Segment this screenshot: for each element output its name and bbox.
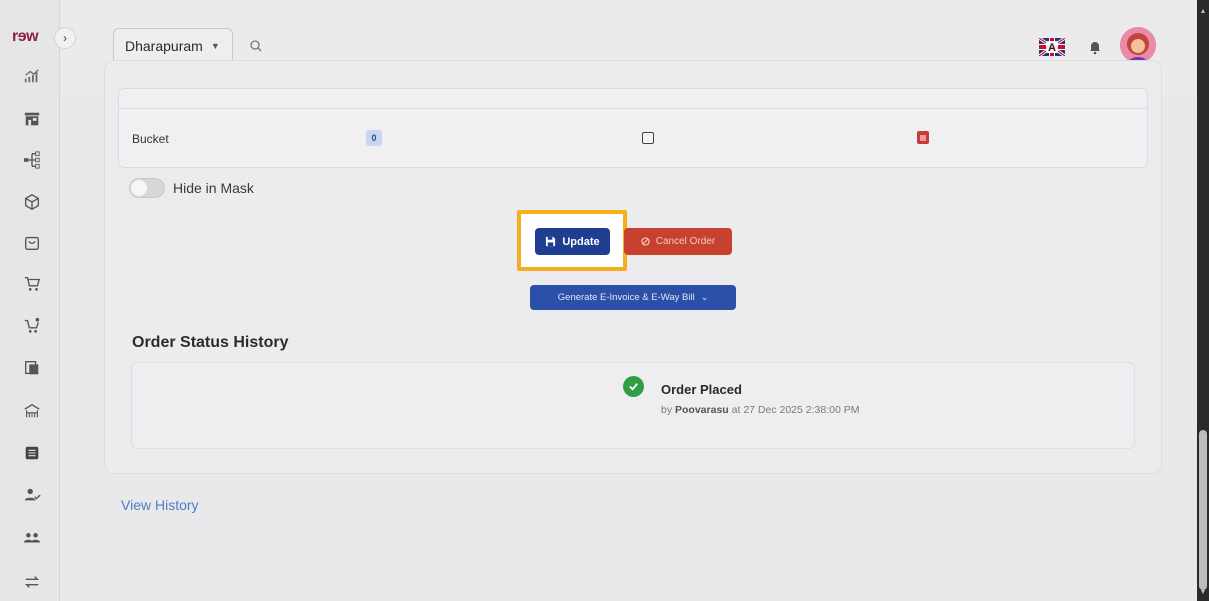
- status-user: Poovarasu: [675, 404, 729, 416]
- location-value: Dharapuram: [125, 38, 203, 54]
- hide-in-mask-label: Hide in Mask: [173, 180, 254, 196]
- cancel-icon: [641, 237, 650, 246]
- sidebar: rɘw: [0, 0, 60, 601]
- cancel-order-button[interactable]: Cancel Order: [624, 228, 732, 255]
- language-flag-icon[interactable]: A: [1038, 36, 1066, 58]
- cart-add-icon[interactable]: [22, 316, 42, 336]
- item-checkbox[interactable]: [642, 132, 654, 144]
- users-icon[interactable]: [22, 528, 42, 548]
- status-by-prefix: by: [661, 404, 673, 416]
- chevron-down-icon: ⌄: [700, 292, 709, 302]
- table-divider: [118, 108, 1148, 109]
- cancel-order-label: Cancel Order: [655, 236, 716, 247]
- location-select[interactable]: Dharapuram ▼: [113, 28, 233, 64]
- scroll-up-arrow[interactable]: ▲: [1199, 8, 1207, 16]
- bag-icon[interactable]: [22, 233, 42, 253]
- save-icon: [546, 236, 556, 247]
- bell-icon[interactable]: [1088, 39, 1102, 55]
- app-logo[interactable]: rɘw: [12, 28, 39, 46]
- store-icon[interactable]: [22, 109, 42, 129]
- list-icon[interactable]: [22, 443, 42, 463]
- update-button-label: Update: [562, 235, 600, 248]
- avatar[interactable]: [1120, 27, 1156, 63]
- chevron-down-icon: ▼: [210, 41, 220, 51]
- status-timestamp: at 27 Dec 2025 2:38:00 PM: [731, 404, 860, 416]
- copy-icon[interactable]: [22, 358, 42, 378]
- search-icon[interactable]: [249, 39, 263, 53]
- delete-item-button[interactable]: [917, 131, 929, 144]
- user-check-icon[interactable]: [22, 485, 42, 505]
- order-status-history-title: Order Status History: [132, 334, 289, 351]
- scroll-down-arrow[interactable]: ▼: [1199, 589, 1207, 597]
- box-icon[interactable]: [22, 192, 42, 212]
- check-circle-icon: [623, 376, 644, 397]
- scrollbar[interactable]: ▲ ▼: [1197, 0, 1209, 601]
- analytics-icon[interactable]: [22, 66, 42, 86]
- view-history-link[interactable]: View History: [121, 497, 199, 513]
- sidebar-expand-button[interactable]: ›: [54, 27, 76, 49]
- generate-einvoice-label: Generate E-Invoice & E-Way Bill: [557, 292, 695, 303]
- item-qty-badge: 0: [366, 130, 382, 146]
- item-name: Bucket: [132, 132, 169, 146]
- scroll-thumb[interactable]: [1199, 430, 1207, 590]
- transfer-icon[interactable]: [22, 572, 42, 592]
- hierarchy-icon[interactable]: [22, 150, 42, 170]
- cart-icon[interactable]: [22, 274, 42, 294]
- update-button[interactable]: Update: [535, 228, 610, 255]
- status-meta: by Poovarasu at 27 Dec 2025 2:38:00 PM: [661, 404, 859, 416]
- status-title: Order Placed: [661, 382, 742, 397]
- svg-text:A: A: [1048, 42, 1056, 54]
- hide-in-mask-toggle[interactable]: [129, 178, 165, 198]
- order-items-table: [118, 88, 1148, 168]
- warehouse-icon[interactable]: [22, 401, 42, 421]
- generate-einvoice-button[interactable]: Generate E-Invoice & E-Way Bill ⌄: [530, 285, 736, 310]
